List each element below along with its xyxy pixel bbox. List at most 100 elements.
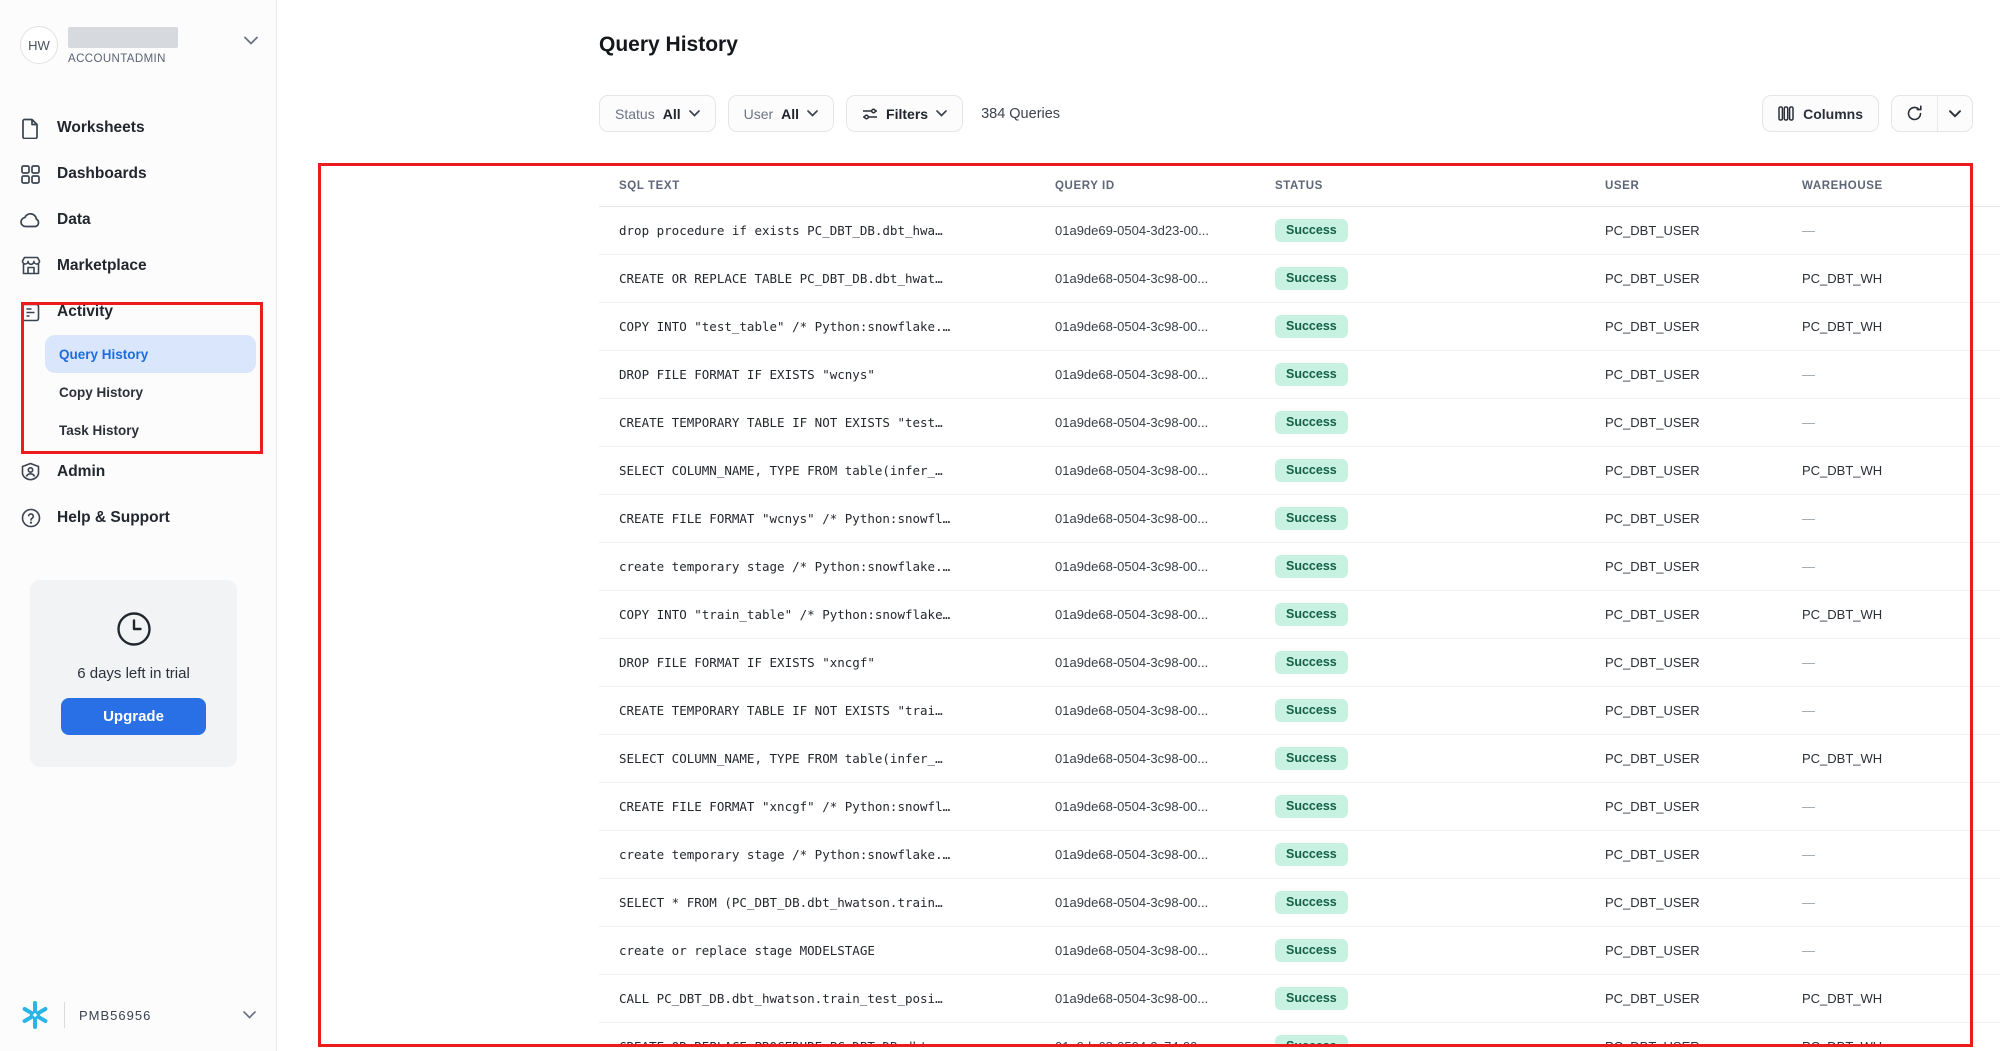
- column-header-warehouse[interactable]: WAREHOUSE: [1782, 180, 1987, 192]
- duration-cell: 55ms: [1987, 367, 2000, 382]
- user-cell: PC_DBT_USER: [1585, 223, 1782, 238]
- help-icon: [20, 508, 41, 529]
- table-row[interactable]: DROP FILE FORMAT IF EXISTS "xncgf"01a9de…: [599, 639, 2000, 687]
- status-badge: Success: [1275, 651, 1348, 674]
- sidebar-item-query-history[interactable]: Query History: [45, 335, 256, 373]
- status-cell: Success: [1255, 507, 1585, 530]
- sidebar-item-dashboards[interactable]: Dashboards: [0, 151, 276, 197]
- column-header-status[interactable]: STATUS: [1255, 180, 1585, 192]
- status-cell: Success: [1255, 795, 1585, 818]
- user-cell: PC_DBT_USER: [1585, 415, 1782, 430]
- sidebar-item-worksheets[interactable]: Worksheets: [0, 105, 276, 151]
- main-content: Query History Status All User All Filter…: [277, 0, 2000, 1051]
- sql-text-cell: CREATE FILE FORMAT "wcnys" /* Python:sno…: [599, 511, 1035, 526]
- sidebar-item-label: Worksheets: [57, 119, 145, 137]
- status-cell: Success: [1255, 267, 1585, 290]
- table-row[interactable]: create temporary stage /* Python:snowfla…: [599, 543, 2000, 591]
- filters-dropdown[interactable]: Filters: [846, 95, 963, 132]
- query-id-cell: 01a9de68-0504-3c98-00...: [1035, 367, 1255, 382]
- sidebar-item-data[interactable]: Data: [0, 197, 276, 243]
- table-row[interactable]: COPY INTO "test_table" /* Python:snowfla…: [599, 303, 2000, 351]
- query-count: 384 Queries: [981, 106, 1060, 122]
- status-badge: Success: [1275, 843, 1348, 866]
- table-row[interactable]: SELECT COLUMN_NAME, TYPE FROM table(infe…: [599, 735, 2000, 783]
- status-badge: Success: [1275, 315, 1348, 338]
- refresh-options-button[interactable]: [1938, 96, 1972, 131]
- status-badge: Success: [1275, 747, 1348, 770]
- query-id-cell: 01a9de68-0504-3c74-00...: [1035, 1039, 1255, 1044]
- duration-cell: 255ms: [1987, 751, 2000, 766]
- columns-button[interactable]: Columns: [1762, 95, 1879, 132]
- column-header-sql-text[interactable]: SQL TEXT: [599, 180, 1035, 192]
- user-filter-dropdown[interactable]: User All: [728, 95, 834, 132]
- user-cell: PC_DBT_USER: [1585, 655, 1782, 670]
- status-cell: Success: [1255, 699, 1585, 722]
- table-row[interactable]: COPY INTO "train_table" /* Python:snowfl…: [599, 591, 2000, 639]
- status-badge: Success: [1275, 795, 1348, 818]
- table-row[interactable]: SELECT COLUMN_NAME, TYPE FROM table(infe…: [599, 447, 2000, 495]
- table-header-row: SQL TEXT QUERY ID STATUS USER WAREHOUSE …: [599, 166, 2000, 207]
- table-row[interactable]: CREATE FILE FORMAT "xncgf" /* Python:sno…: [599, 783, 2000, 831]
- user-cell: PC_DBT_USER: [1585, 751, 1782, 766]
- sql-text-cell: drop procedure if exists PC_DBT_DB.dbt_h…: [599, 223, 1035, 238]
- user-cell: PC_DBT_USER: [1585, 319, 1782, 334]
- column-header-query-id[interactable]: QUERY ID: [1035, 180, 1255, 192]
- status-cell: Success: [1255, 459, 1585, 482]
- column-header-duration[interactable]: DURATION: [1987, 180, 2000, 192]
- user-cell: PC_DBT_USER: [1585, 271, 1782, 286]
- sidebar-item-label: Help & Support: [57, 509, 170, 527]
- table-row[interactable]: create temporary stage /* Python:snowfla…: [599, 831, 2000, 879]
- sidebar-item-marketplace[interactable]: Marketplace: [0, 243, 276, 289]
- upgrade-button[interactable]: Upgrade: [61, 698, 206, 735]
- table-row[interactable]: CALL PC_DBT_DB.dbt_hwatson.train_test_po…: [599, 975, 2000, 1023]
- avatar: HW: [20, 26, 58, 64]
- table-row[interactable]: SELECT * FROM (PC_DBT_DB.dbt_hwatson.tra…: [599, 879, 2000, 927]
- snowsight-app: HW ACCOUNTADMIN Worksheets Dashboards: [0, 0, 2000, 1051]
- table-row[interactable]: CREATE OR REPLACE TABLE PC_DBT_DB.dbt_hw…: [599, 255, 2000, 303]
- duration-cell: 49ms: [1987, 799, 2000, 814]
- account-switcher[interactable]: HW ACCOUNTADMIN: [0, 0, 276, 65]
- refresh-button[interactable]: [1892, 96, 1938, 131]
- sql-text-cell: CALL PC_DBT_DB.dbt_hwatson.train_test_po…: [599, 991, 1035, 1006]
- table-row[interactable]: CREATE TEMPORARY TABLE IF NOT EXISTS "te…: [599, 399, 2000, 447]
- table-row[interactable]: CREATE OR REPLACE PROCEDURE PC_DBT_DB.db…: [599, 1023, 2000, 1044]
- warehouse-cell: PC_DBT_WH: [1782, 1039, 1987, 1044]
- status-badge: Success: [1275, 411, 1348, 434]
- column-header-user[interactable]: USER: [1585, 180, 1782, 192]
- status-badge: Success: [1275, 891, 1348, 914]
- chevron-down-icon: [936, 110, 947, 117]
- duration-cell: 82ms: [1987, 895, 2000, 910]
- sidebar-item-admin[interactable]: Admin: [0, 449, 276, 495]
- sidebar-item-activity[interactable]: Activity: [0, 289, 276, 335]
- duration-cell: 6.6s: [1987, 991, 2000, 1006]
- status-filter-dropdown[interactable]: Status All: [599, 95, 716, 132]
- sql-text-cell: create temporary stage /* Python:snowfla…: [599, 847, 1035, 862]
- sql-text-cell: CREATE OR REPLACE PROCEDURE PC_DBT_DB.db…: [599, 1039, 1035, 1044]
- user-cell: PC_DBT_USER: [1585, 703, 1782, 718]
- duration-cell: 125ms: [1987, 223, 2000, 238]
- table-row[interactable]: create or replace stage MODELSTAGE01a9de…: [599, 927, 2000, 975]
- status-cell: Success: [1255, 363, 1585, 386]
- query-id-cell: 01a9de68-0504-3c98-00...: [1035, 655, 1255, 670]
- status-cell: Success: [1255, 987, 1585, 1010]
- user-cell: PC_DBT_USER: [1585, 895, 1782, 910]
- warehouse-cell: —: [1782, 655, 1987, 670]
- sidebar-item-task-history[interactable]: Task History: [45, 411, 256, 449]
- user-cell: PC_DBT_USER: [1585, 1039, 1782, 1044]
- clock-icon: [115, 610, 153, 648]
- query-id-cell: 01a9de68-0504-3c98-00...: [1035, 607, 1255, 622]
- sql-text-cell: create temporary stage /* Python:snowfla…: [599, 559, 1035, 574]
- table-row[interactable]: drop procedure if exists PC_DBT_DB.dbt_h…: [599, 207, 2000, 255]
- table-row[interactable]: DROP FILE FORMAT IF EXISTS "wcnys"01a9de…: [599, 351, 2000, 399]
- duration-cell: 20s: [1987, 1039, 2000, 1044]
- warehouse-cell: PC_DBT_WH: [1782, 319, 1987, 334]
- sidebar-footer: PMB56956: [0, 979, 276, 1051]
- duration-cell: 760ms: [1987, 319, 2000, 334]
- table-row[interactable]: CREATE TEMPORARY TABLE IF NOT EXISTS "tr…: [599, 687, 2000, 735]
- chevron-down-icon[interactable]: [243, 1011, 256, 1019]
- query-history-table: SQL TEXT QUERY ID STATUS USER WAREHOUSE …: [599, 166, 2000, 1044]
- sidebar-item-copy-history[interactable]: Copy History: [45, 373, 256, 411]
- table-row[interactable]: CREATE FILE FORMAT "wcnys" /* Python:sno…: [599, 495, 2000, 543]
- sidebar-item-help-support[interactable]: Help & Support: [0, 495, 276, 541]
- status-cell: Success: [1255, 315, 1585, 338]
